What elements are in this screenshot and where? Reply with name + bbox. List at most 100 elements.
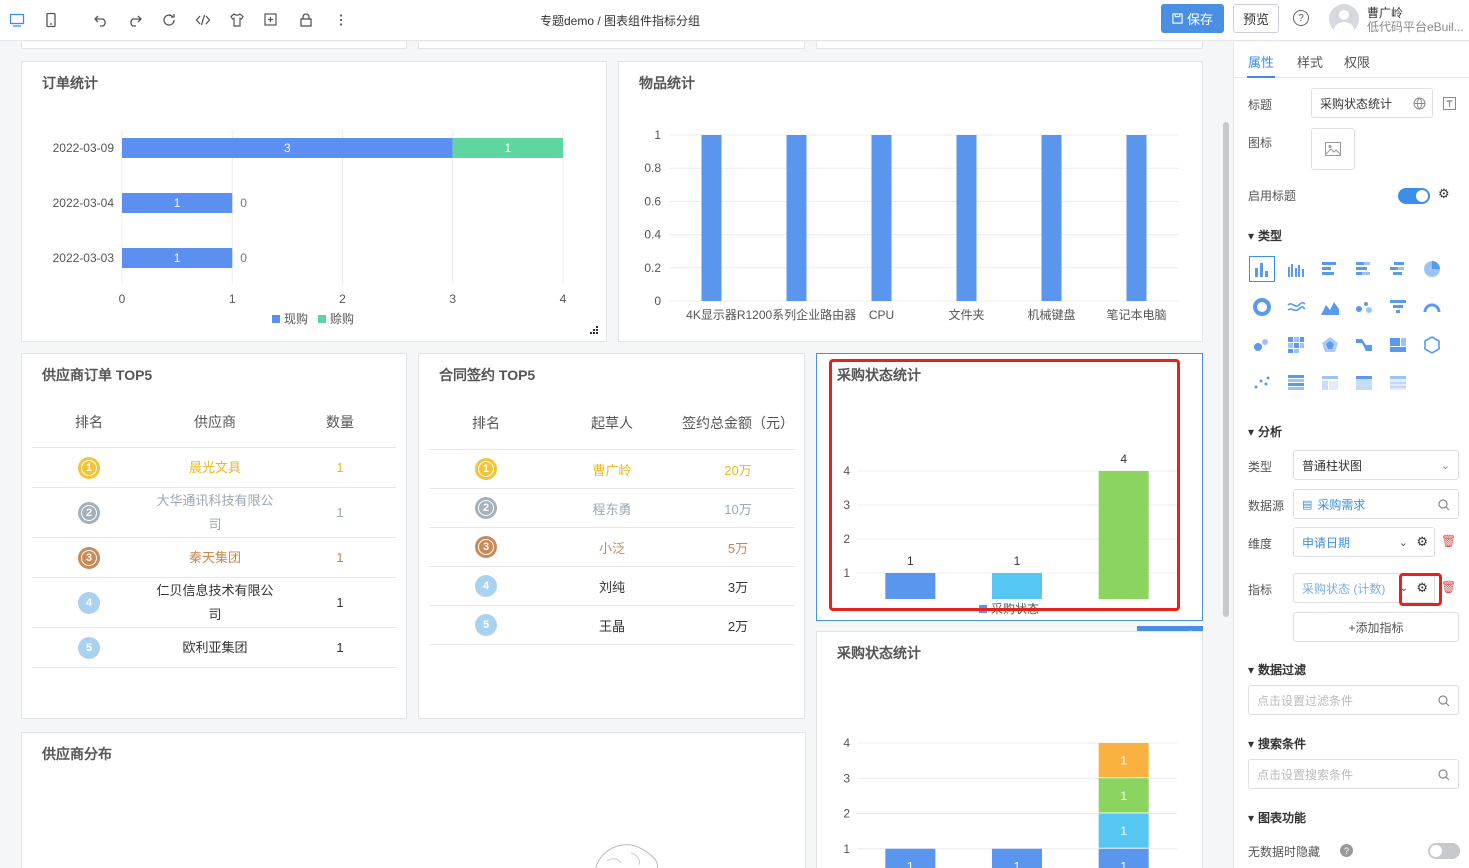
scatter-icon[interactable] bbox=[1249, 370, 1275, 396]
grouped-bar-icon[interactable] bbox=[1283, 256, 1309, 282]
icon-picker[interactable] bbox=[1311, 128, 1355, 170]
globe-icon[interactable] bbox=[1413, 97, 1426, 110]
contract-top5-card[interactable]: 合同签约 TOP5 排名 起草人 签约总金额（元） 1 曹广岭 20万 2 程东勇 10万… bbox=[418, 353, 805, 719]
search-condition-input[interactable]: 点击设置搜索条件 bbox=[1248, 759, 1459, 789]
x-tick-label: 文件夹 bbox=[948, 307, 984, 322]
chart-type-select[interactable]: 普通柱状图 ⌄ bbox=[1293, 450, 1459, 480]
tab-properties[interactable]: 属性 bbox=[1248, 52, 1274, 71]
metric-gear-icon[interactable]: ⚙ bbox=[1416, 580, 1428, 596]
add-metric-button[interactable]: +添加指标 bbox=[1293, 612, 1459, 642]
table-row[interactable]: 4 仁贝信息技术有限公 司 1 bbox=[32, 578, 396, 628]
section-chart-function[interactable]: 图表功能 bbox=[1248, 809, 1306, 826]
supplier-name: 大华通讯科技有限公 司 bbox=[156, 492, 274, 532]
hide-no-data-toggle[interactable] bbox=[1428, 843, 1460, 859]
gear-icon[interactable]: ⚙ bbox=[1438, 186, 1450, 202]
section-data-filter[interactable]: 数据过滤 bbox=[1248, 661, 1306, 678]
title-input[interactable]: 采购状态统计 bbox=[1311, 88, 1433, 118]
datasource-input[interactable]: ▤ 采购需求 bbox=[1293, 489, 1459, 519]
section-search[interactable]: 搜索条件 bbox=[1248, 735, 1306, 752]
lock-icon[interactable] bbox=[295, 9, 317, 31]
tab-style[interactable]: 样式 bbox=[1297, 52, 1323, 71]
enable-title-toggle[interactable] bbox=[1398, 188, 1430, 204]
table-header: 排名 供应商 数量 bbox=[32, 396, 396, 448]
delete-dimension-icon[interactable]: 🗑 bbox=[1441, 534, 1456, 548]
chevron-down-icon[interactable]: ⌄ bbox=[1400, 583, 1408, 594]
table-row[interactable]: 4 刘纯 3万 bbox=[429, 567, 795, 606]
gear-icon[interactable]: ⚙ bbox=[1416, 534, 1428, 550]
calendar-icon[interactable] bbox=[1351, 370, 1377, 396]
table-row[interactable]: 5 王晶 2万 bbox=[429, 606, 795, 645]
search-icon[interactable] bbox=[1438, 695, 1450, 707]
gauge-icon[interactable] bbox=[1419, 294, 1445, 320]
area-chart-icon[interactable] bbox=[1317, 294, 1343, 320]
canvas-scrollbar[interactable] bbox=[1223, 122, 1229, 617]
dimension-select[interactable]: 申请日期 ⌄ ⚙ bbox=[1293, 527, 1435, 557]
desktop-view-icon[interactable] bbox=[6, 9, 28, 31]
more-icon[interactable] bbox=[330, 9, 352, 31]
redo-icon[interactable] bbox=[124, 9, 146, 31]
partial-card[interactable] bbox=[418, 42, 805, 49]
pie-chart-icon[interactable] bbox=[1419, 256, 1445, 282]
grid-table-icon[interactable] bbox=[1385, 370, 1411, 396]
table-row[interactable]: 3 秦天集团 1 bbox=[32, 538, 396, 578]
bar bbox=[786, 135, 807, 301]
save-button[interactable]: 保存 bbox=[1161, 4, 1224, 33]
table-icon[interactable] bbox=[1283, 370, 1309, 396]
line-chart-icon[interactable] bbox=[1283, 294, 1309, 320]
table-row[interactable]: 1 晨光文具 1 bbox=[32, 448, 396, 488]
avatar[interactable] bbox=[1329, 4, 1359, 34]
text-format-icon[interactable] bbox=[1443, 97, 1456, 110]
mobile-view-icon[interactable] bbox=[40, 9, 62, 31]
horizontal-bar-icon[interactable] bbox=[1317, 256, 1343, 282]
resize-handle-icon[interactable] bbox=[588, 324, 600, 336]
delete-metric-icon[interactable]: 🗑 bbox=[1441, 580, 1456, 594]
diverging-bar-icon[interactable] bbox=[1385, 256, 1411, 282]
donut-chart-icon[interactable] bbox=[1249, 294, 1275, 320]
tab-permission[interactable]: 权限 bbox=[1344, 52, 1370, 71]
search-icon[interactable] bbox=[1438, 499, 1450, 511]
purchase-status-card-selected[interactable]: 采购状态统计 0123412022-03-0212022-03-0342022-… bbox=[816, 353, 1203, 621]
search-icon[interactable] bbox=[1438, 769, 1450, 781]
add-page-icon[interactable] bbox=[260, 9, 282, 31]
section-type[interactable]: 类型 bbox=[1248, 227, 1282, 244]
heatmap-icon[interactable] bbox=[1283, 332, 1309, 358]
refresh-icon[interactable] bbox=[158, 9, 180, 31]
order-stats-card[interactable]: 订单统计 0 1 2 3 4 2022-03-09 3 1 2022-03-04 1 0 2022-0… bbox=[21, 61, 607, 342]
data-label: 1 bbox=[174, 196, 181, 210]
supplier-distribution-card[interactable]: 供应商分布 bbox=[21, 732, 806, 868]
purchase-status-card-stacked[interactable]: 采购状态统计 0123412022-03-0212022-03-03111120… bbox=[816, 631, 1203, 868]
chevron-down-icon[interactable]: ⌄ bbox=[1399, 536, 1408, 549]
table-row[interactable]: 2 程东勇 10万 bbox=[429, 489, 795, 528]
bubble-icon[interactable] bbox=[1249, 332, 1275, 358]
radar-icon[interactable] bbox=[1317, 332, 1343, 358]
partial-card[interactable] bbox=[816, 42, 1203, 49]
code-icon[interactable] bbox=[192, 9, 214, 31]
hexagon-icon[interactable] bbox=[1419, 332, 1445, 358]
order-stats-chart: 0 1 2 3 4 2022-03-09 3 1 2022-03-04 1 0 2022-03-03 1… bbox=[53, 130, 567, 326]
filter-input[interactable]: 点击设置过滤条件 bbox=[1248, 685, 1459, 715]
bar-chart-icon[interactable] bbox=[1249, 256, 1275, 282]
rank-badge: 1 bbox=[475, 458, 497, 480]
table-row[interactable]: 1 曹广岭 20万 bbox=[429, 450, 795, 489]
stacked-horizontal-bar-icon[interactable] bbox=[1351, 256, 1377, 282]
partial-card[interactable] bbox=[21, 42, 407, 49]
funnel-icon[interactable] bbox=[1385, 294, 1411, 320]
theme-icon[interactable] bbox=[226, 9, 248, 31]
table-row[interactable]: 2 大华通讯科技有限公 司 1 bbox=[32, 488, 396, 538]
undo-icon[interactable] bbox=[90, 9, 112, 31]
pivot-table-icon[interactable] bbox=[1317, 370, 1343, 396]
help-icon[interactable]: ? bbox=[1293, 10, 1309, 26]
sankey-icon[interactable] bbox=[1351, 332, 1377, 358]
section-analysis[interactable]: 分析 bbox=[1248, 423, 1282, 440]
help-icon[interactable]: ? bbox=[1340, 844, 1353, 857]
chart-type-value: 普通柱状图 bbox=[1302, 458, 1363, 473]
table-row[interactable]: 3 小泛 5万 bbox=[429, 528, 795, 567]
metric-select[interactable]: 采购状态 (计数) ⌄ ⚙ bbox=[1293, 573, 1435, 603]
preview-button[interactable]: 预览 bbox=[1233, 4, 1279, 33]
scatter-bubble-icon[interactable] bbox=[1351, 294, 1377, 320]
chart-legend[interactable]: 采购状态 bbox=[979, 600, 1039, 617]
treemap-icon[interactable] bbox=[1385, 332, 1411, 358]
table-row[interactable]: 5 欧利亚集团 1 bbox=[32, 628, 396, 668]
item-stats-card[interactable]: 物品统计 0 0.2 0.4 0.6 0.8 1 4K显示器 R1200系列企业路由器 CPU 文… bbox=[618, 61, 1203, 342]
supplier-top5-card[interactable]: 供应商订单 TOP5 排名 供应商 数量 1 晨光文具 1 2 大华通讯科技有限公 司1… bbox=[21, 353, 407, 719]
